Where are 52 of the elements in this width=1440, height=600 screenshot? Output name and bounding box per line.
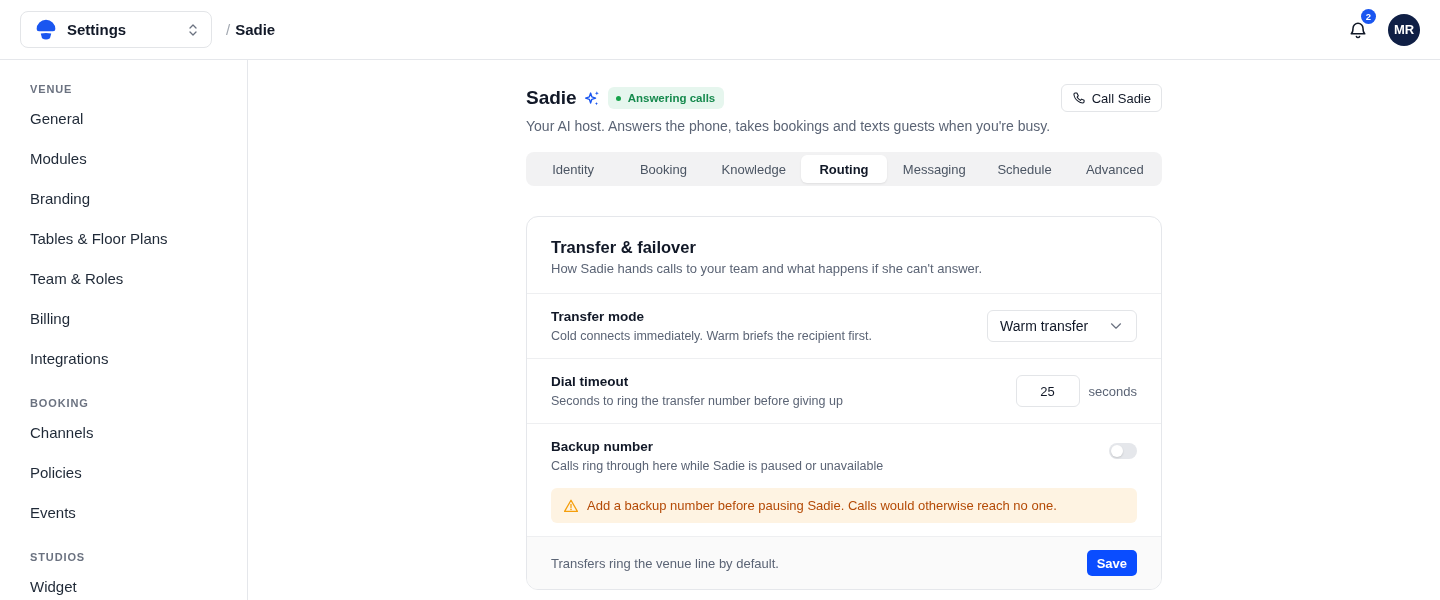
sidebar-item[interactable]: Integrations (30, 348, 109, 370)
call-button[interactable]: Call Sadie (1060, 84, 1162, 112)
unit-label: seconds (1088, 383, 1137, 399)
tab[interactable]: Identity (530, 155, 617, 183)
setting-description: Cold connects immediately. Warm briefs the recipient first. (551, 328, 872, 345)
page-title: Sadie (526, 86, 577, 110)
toggle-switch[interactable] (1109, 443, 1137, 459)
status-text: Answering calls (627, 92, 716, 104)
setting-label: Transfer mode (551, 308, 646, 326)
workspace-switcher[interactable]: Settings (20, 11, 212, 48)
tab[interactable]: Schedule (981, 155, 1068, 183)
sidebar-item[interactable]: Modules (30, 148, 87, 170)
setting-label: Dial timeout (551, 373, 630, 391)
tab[interactable]: Routing (800, 155, 888, 183)
notification-badge: 2 (1361, 8, 1376, 24)
sidebar-item[interactable]: Policies (30, 462, 82, 484)
tab[interactable]: Booking (620, 155, 707, 183)
setting-description: Seconds to ring the transfer number before giving up (551, 393, 843, 410)
sparkle-icon (583, 89, 601, 107)
section-heading: STUDIOS (30, 550, 86, 565)
chevron-down-icon (1110, 322, 1122, 330)
sidebar-item[interactable]: Billing (30, 308, 71, 330)
tab[interactable]: Advanced (1071, 155, 1158, 183)
status-dot-icon (615, 95, 621, 101)
warning-text: Add a backup number before pausing Sadie. Calls would otherwise reach no one. (587, 498, 1057, 513)
sidebar-item[interactable]: Channels (30, 422, 94, 444)
breadcrumb-current: Sadie (235, 21, 276, 38)
section-heading: BOOKING (30, 396, 89, 411)
chevrons-up-down-icon (188, 22, 198, 37)
tab[interactable]: Knowledge (710, 155, 797, 183)
section-heading: VENUE (30, 82, 73, 97)
phone-icon (1071, 91, 1086, 105)
setting-label: Backup number (551, 438, 655, 456)
number-field[interactable]: 25 (1015, 375, 1080, 407)
tab[interactable]: Messaging (891, 155, 978, 183)
sidebar-item[interactable]: Branding (30, 188, 91, 210)
sidebar-item[interactable]: Team & Roles (30, 268, 124, 290)
footer-note: Transfers ring the venue line by default. (551, 555, 779, 571)
sidebar-item[interactable]: General (30, 108, 84, 130)
page-subtitle: Your AI host. Answers the phone, takes bookings and texts guests when you're busy. (526, 117, 1052, 136)
sidebar-item[interactable]: Widget (30, 576, 77, 598)
avatar[interactable]: MR (1388, 13, 1420, 46)
card-title: Transfer & failover (551, 237, 697, 258)
card-description: How Sadie hands calls to your team and what happens if she can't answer. (551, 260, 983, 278)
sidebar-item[interactable]: Tables & Floor Plans (30, 228, 168, 250)
dropdown-select[interactable]: Warm transfer (987, 310, 1137, 342)
sidebar-item[interactable]: Events (30, 502, 76, 524)
logo-icon (35, 18, 57, 41)
warning-icon (563, 497, 579, 514)
save-button[interactable]: Save (1086, 550, 1137, 576)
breadcrumb-separator: / (226, 21, 231, 38)
setting-description: Calls ring through here while Sadie is paused or unavailable (551, 458, 884, 475)
